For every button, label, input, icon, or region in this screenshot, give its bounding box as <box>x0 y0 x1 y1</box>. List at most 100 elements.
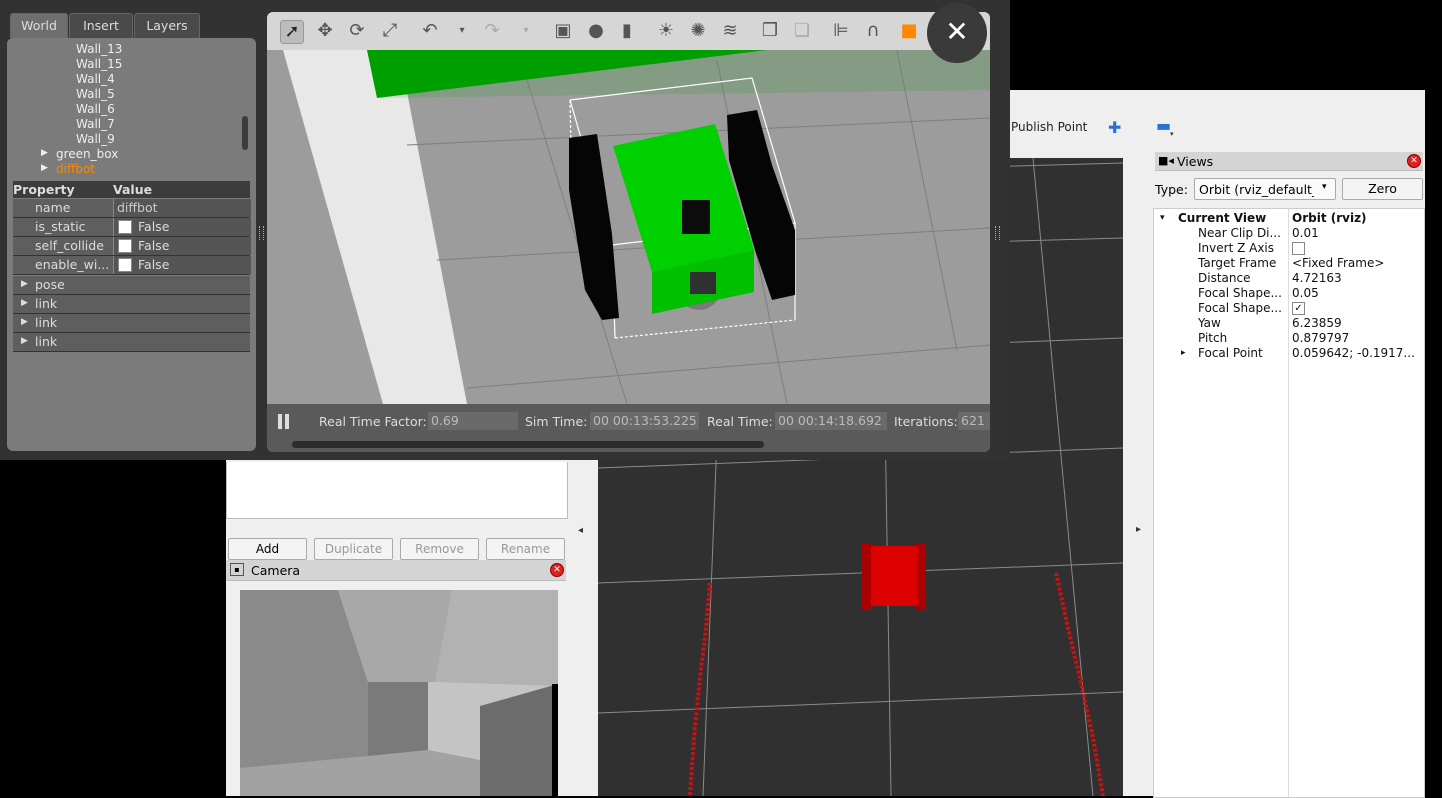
redo-icon[interactable]: ↷ <box>481 20 503 42</box>
near-clip-row[interactable]: Near Clip Di... 0.01 <box>1154 226 1424 241</box>
yaw-row[interactable]: Yaw 6.23859 <box>1154 316 1424 331</box>
rotate-tool-icon[interactable]: ⟳ <box>346 20 368 42</box>
property-row-is-static[interactable]: is_static False <box>13 218 251 237</box>
expand-arrow-icon[interactable]: ▾ <box>1160 213 1165 223</box>
pause-icon-bar[interactable] <box>285 414 289 429</box>
invert-z-row[interactable]: Invert Z Axis <box>1154 241 1424 256</box>
gazebo-3d-view[interactable]: ➚ ✥ ⟳ ⤢ ↶ ▾ ↷ ▾ ▣ ● ▮ ☀ ✺ ≋ ❐ ❏ ⊫ ∩ ■ Re… <box>267 12 990 452</box>
property-key: name <box>35 200 71 215</box>
property-row-pose[interactable]: ▶ pose <box>13 276 250 295</box>
invert-z-checkbox[interactable] <box>1292 242 1305 255</box>
pitch-row[interactable]: Pitch 0.879797 <box>1154 331 1424 346</box>
focal-shape-fixed-checkbox[interactable]: ✓ <box>1292 302 1305 315</box>
splitter-handle[interactable] <box>259 226 264 240</box>
pause-icon[interactable] <box>278 414 282 429</box>
focal-point-row[interactable]: ▸ Focal Point 0.059642; -0.1917... <box>1154 346 1424 361</box>
point-light-icon[interactable]: ☀ <box>655 20 677 42</box>
focal-shape-size-row[interactable]: Focal Shape... 0.05 <box>1154 286 1424 301</box>
paste-icon[interactable]: ❏ <box>791 20 813 42</box>
focal-shape-size-value[interactable]: 0.05 <box>1292 286 1420 300</box>
pitch-value[interactable]: 0.879797 <box>1292 331 1420 345</box>
align-icon[interactable]: ⊫ <box>830 20 852 42</box>
splitter-handle[interactable] <box>995 226 1000 240</box>
distance-row[interactable]: Distance 4.72163 <box>1154 271 1424 286</box>
add-display-button[interactable]: Add <box>228 538 307 560</box>
tree-item-wall[interactable]: Wall_9 <box>76 132 115 146</box>
current-view-row[interactable]: ▾ Current View Orbit (rviz) <box>1154 211 1424 226</box>
property-row-self-collide[interactable]: self_collide False <box>13 237 251 256</box>
collapse-right-icon[interactable]: ▸ <box>1136 524 1141 535</box>
collapse-left-icon[interactable]: ◂ <box>578 525 583 536</box>
tree-scrollbar[interactable] <box>242 116 248 150</box>
duplicate-button[interactable]: Duplicate <box>314 538 393 560</box>
expand-arrow-icon[interactable]: ▶ <box>21 317 28 327</box>
self-collide-checkbox[interactable] <box>118 239 132 253</box>
property-value: False <box>138 257 170 272</box>
property-row-enable-wind[interactable]: enable_wi... False <box>13 256 251 275</box>
undo-history-icon[interactable]: ▾ <box>451 20 473 42</box>
property-row-link[interactable]: ▶ link <box>13 295 250 314</box>
sphere-shape-icon[interactable]: ● <box>585 20 607 42</box>
yaw-label: Yaw <box>1198 316 1221 330</box>
property-row-link[interactable]: ▶ link <box>13 314 250 333</box>
view-type-select[interactable]: Orbit (rviz_default_p ▾ <box>1194 178 1336 200</box>
add-tool-icon[interactable]: ✚ <box>1108 118 1121 137</box>
expand-arrow-icon[interactable]: ▶ <box>41 163 48 173</box>
focal-shape-fixed-row[interactable]: Focal Shape... ✓ <box>1154 301 1424 316</box>
close-icon[interactable]: ✕ <box>927 3 987 63</box>
copy-icon[interactable]: ❐ <box>759 20 781 42</box>
tree-item-wall[interactable]: Wall_5 <box>76 87 115 101</box>
tab-insert[interactable]: Insert <box>69 13 133 38</box>
translate-tool-icon[interactable]: ✥ <box>314 20 336 42</box>
yaw-value[interactable]: 6.23859 <box>1292 316 1420 330</box>
near-clip-value[interactable]: 0.01 <box>1292 226 1420 240</box>
tab-world[interactable]: World <box>10 13 68 38</box>
rtf-label: Real Time Factor: <box>319 414 427 429</box>
tree-item-wall[interactable]: Wall_7 <box>76 117 115 131</box>
views-close-icon[interactable]: ✕ <box>1407 154 1421 168</box>
expand-arrow-icon[interactable]: ▶ <box>21 279 28 289</box>
views-header: ■◂ Views ✕ <box>1155 152 1423 171</box>
rename-button[interactable]: Rename <box>486 538 565 560</box>
tab-layers[interactable]: Layers <box>134 13 200 38</box>
camera-close-icon[interactable]: ✕ <box>550 563 564 577</box>
focal-shape-fixed-label: Focal Shape... <box>1198 301 1282 315</box>
cylinder-shape-icon[interactable]: ▮ <box>616 20 638 42</box>
tree-item-wall[interactable]: Wall_4 <box>76 72 115 86</box>
tree-item-diffbot[interactable]: diffbot <box>56 162 95 176</box>
remove-button[interactable]: Remove <box>400 538 479 560</box>
view-angle-icon[interactable]: ■ <box>898 20 920 42</box>
property-row-name[interactable]: name diffbot <box>13 199 251 218</box>
box-shape-icon[interactable]: ▣ <box>552 20 574 42</box>
tree-item-wall[interactable]: Wall_13 <box>76 42 122 56</box>
expand-arrow-icon[interactable]: ▶ <box>41 148 48 158</box>
property-row-link[interactable]: ▶ link <box>13 333 250 352</box>
publish-point-button[interactable]: Publish Point <box>1011 120 1087 134</box>
distance-value[interactable]: 4.72163 <box>1292 271 1420 285</box>
tree-item-green-box[interactable]: green_box <box>56 147 118 161</box>
focal-point-value[interactable]: 0.059642; -0.1917... <box>1292 346 1420 360</box>
snap-icon[interactable]: ∩ <box>862 20 884 42</box>
spot-light-icon[interactable]: ✺ <box>687 20 709 42</box>
is-static-checkbox[interactable] <box>118 220 132 234</box>
tree-item-wall[interactable]: Wall_6 <box>76 102 115 116</box>
target-frame-row[interactable]: Target Frame <Fixed Frame> <box>1154 256 1424 271</box>
status-scrollbar[interactable] <box>292 441 764 448</box>
select-tool-icon[interactable]: ➚ <box>280 20 304 44</box>
displays-list[interactable] <box>226 462 568 519</box>
target-frame-value[interactable]: <Fixed Frame> <box>1292 256 1420 270</box>
tree-item-wall[interactable]: Wall_15 <box>76 57 122 71</box>
remove-tool-icon[interactable]: ▬ <box>1156 116 1171 135</box>
value-col-label: Value <box>113 182 153 197</box>
redo-history-icon[interactable]: ▾ <box>515 20 537 42</box>
zero-button[interactable]: Zero <box>1342 178 1423 200</box>
view-type-value: Orbit (rviz_default_p <box>1199 182 1314 197</box>
expand-arrow-icon[interactable]: ▶ <box>21 336 28 346</box>
directional-light-icon[interactable]: ≋ <box>719 20 741 42</box>
expand-arrow-icon[interactable]: ▸ <box>1181 348 1186 358</box>
scale-tool-icon[interactable]: ⤢ <box>379 20 401 42</box>
tool-menu-arrow-icon[interactable]: ▾ <box>1170 130 1174 138</box>
expand-arrow-icon[interactable]: ▶ <box>21 298 28 308</box>
enable-wind-checkbox[interactable] <box>118 258 132 272</box>
undo-icon[interactable]: ↶ <box>419 20 441 42</box>
